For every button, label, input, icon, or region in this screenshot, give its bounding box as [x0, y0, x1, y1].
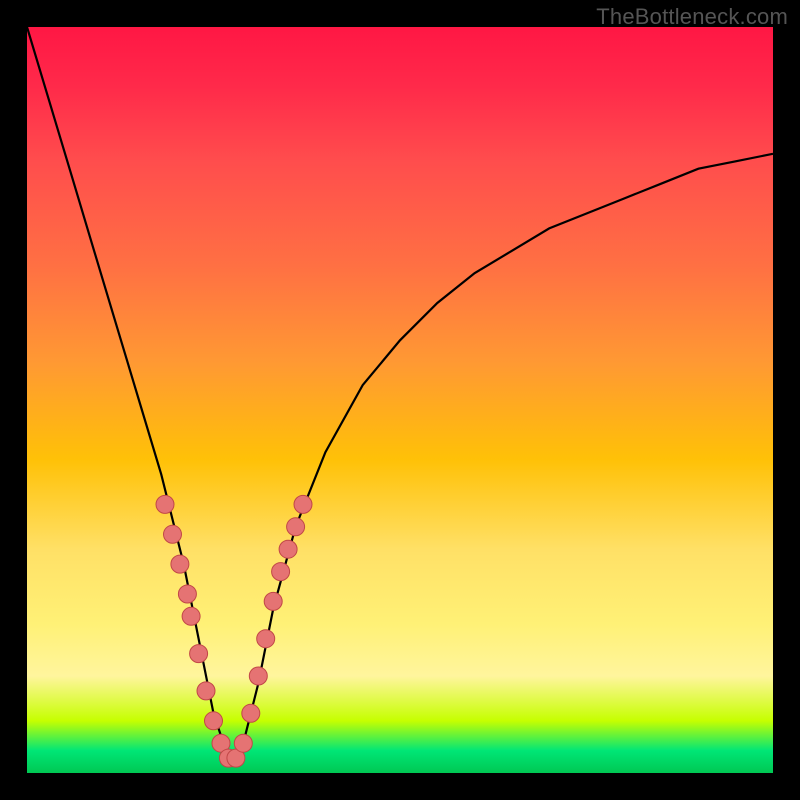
- data-marker: [178, 585, 196, 603]
- data-marker: [156, 495, 174, 513]
- data-marker: [257, 630, 275, 648]
- marker-group: [156, 495, 312, 767]
- data-marker: [249, 667, 267, 685]
- data-marker: [272, 563, 290, 581]
- data-marker: [190, 645, 208, 663]
- data-marker: [234, 734, 252, 752]
- plot-area: [27, 27, 773, 773]
- data-marker: [171, 555, 189, 573]
- data-marker: [287, 518, 305, 536]
- data-marker: [182, 607, 200, 625]
- data-marker: [294, 495, 312, 513]
- data-marker: [279, 540, 297, 558]
- data-marker: [242, 704, 260, 722]
- data-marker: [264, 592, 282, 610]
- data-marker: [197, 682, 215, 700]
- bottleneck-curve: [27, 27, 773, 758]
- data-marker: [164, 525, 182, 543]
- curve-svg: [27, 27, 773, 773]
- chart-frame: TheBottleneck.com: [0, 0, 800, 800]
- data-marker: [205, 712, 223, 730]
